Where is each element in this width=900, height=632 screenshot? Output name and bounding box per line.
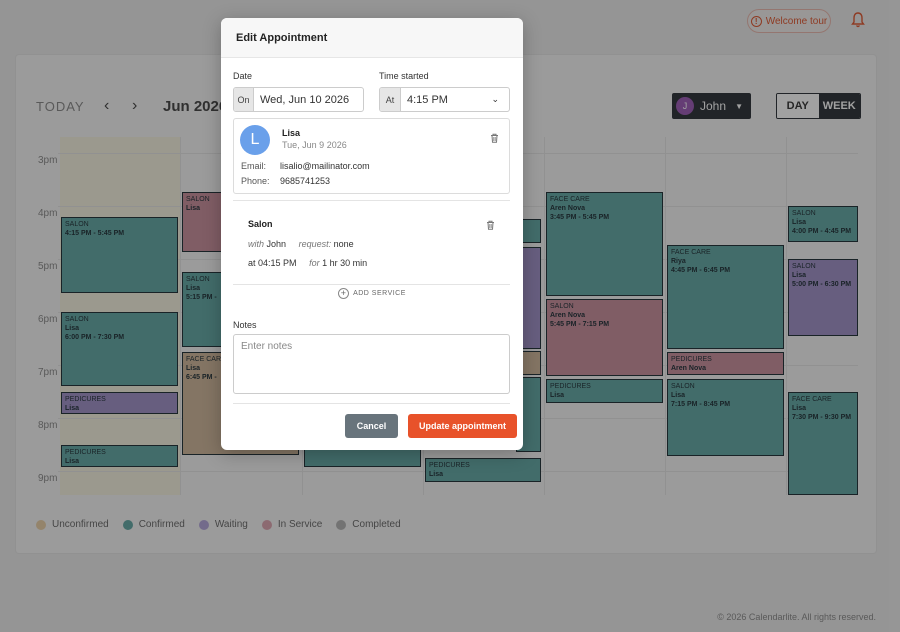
client-avatar: L [240, 125, 270, 155]
client-name: Lisa [282, 128, 301, 138]
notes-textarea[interactable]: Enter notes [233, 334, 510, 394]
at-label: at [248, 258, 256, 268]
time-select[interactable]: At 4:15 PM ⌄ [379, 87, 510, 112]
time-prefix: At [380, 88, 401, 111]
date-label: Date [233, 71, 253, 81]
update-appointment-button[interactable]: Update appointment [408, 414, 517, 438]
client-phone: 9685741253 [280, 176, 331, 186]
time-label: Time started [379, 71, 429, 81]
chevron-down-icon: ⌄ [491, 94, 499, 104]
for-label: for [309, 258, 320, 268]
delete-service-icon[interactable] [486, 220, 495, 230]
date-field[interactable]: On Wed, Jun 10 2026 [233, 87, 364, 112]
service-request[interactable]: none [334, 239, 354, 249]
phone-label: Phone: [241, 176, 270, 186]
modal-title: Edit Appointment [221, 18, 523, 58]
request-label: request: [298, 239, 332, 249]
service-item: Salon with John request: none at 04:15 P… [233, 200, 510, 285]
add-service-button[interactable]: + ADD SERVICE [221, 288, 523, 299]
with-label: with [248, 239, 265, 249]
cancel-button[interactable]: Cancel [345, 414, 398, 438]
service-staff-line: with John request: none [248, 239, 354, 249]
service-name: Salon [248, 219, 273, 229]
service-duration[interactable]: 1 hr 30 min [322, 258, 367, 268]
divider [233, 403, 510, 404]
plus-circle-icon: + [338, 288, 350, 299]
add-service-label: ADD SERVICE [353, 290, 406, 297]
client-card: L Lisa Tue, Jun 9 2026 Email: lisalio@ma… [233, 118, 510, 194]
date-prefix: On [234, 88, 254, 111]
time-value: 4:15 PM [407, 93, 448, 106]
service-staff[interactable]: John [267, 239, 287, 249]
service-start[interactable]: 04:15 PM [258, 258, 297, 268]
email-label: Email: [241, 161, 267, 171]
service-time-line: at 04:15 PM for 1 hr 30 min [248, 258, 367, 268]
notes-label: Notes [233, 320, 257, 330]
client-email: lisalio@mailinator.com [280, 161, 370, 171]
delete-client-icon[interactable] [490, 133, 499, 143]
date-value: Wed, Jun 10 2026 [260, 93, 350, 106]
edit-appointment-modal: Edit Appointment Date On Wed, Jun 10 202… [221, 18, 523, 450]
client-date: Tue, Jun 9 2026 [282, 140, 347, 150]
